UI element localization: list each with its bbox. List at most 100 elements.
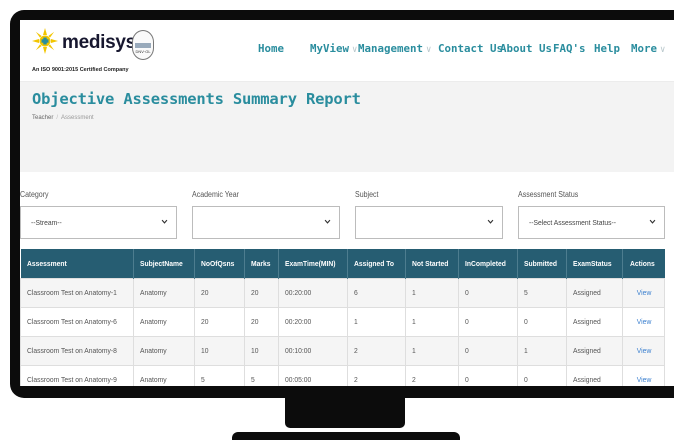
nav-item-contact-us[interactable]: Contact Us bbox=[438, 42, 503, 55]
academic-year-select[interactable] bbox=[192, 206, 340, 239]
cell-text: 10 bbox=[200, 346, 209, 355]
cell-text: 2 bbox=[354, 346, 359, 355]
table-cell: 20 bbox=[193, 277, 245, 308]
table-row: Classroom Test on Anatomy-8 Anatomy 10 10 00… bbox=[20, 335, 665, 366]
cell-text: 2 bbox=[411, 375, 416, 384]
table-cell: Assigned bbox=[566, 277, 624, 308]
filter-label-academic-year: Academic Year bbox=[192, 190, 239, 199]
breadcrumb-item-teacher[interactable]: Teacher bbox=[32, 115, 53, 121]
chevron-down-icon: ∨ bbox=[426, 45, 432, 55]
filter-category: Category --Stream-- bbox=[20, 190, 177, 239]
nav-item-faq-s[interactable]: FAQ's bbox=[553, 42, 586, 55]
column-header-incompleted[interactable]: InCompleted bbox=[458, 249, 518, 278]
table-cell: 00:05:00 bbox=[278, 364, 349, 386]
nav-label: Help bbox=[594, 42, 621, 55]
column-header-assigned-to[interactable]: Assigned To bbox=[347, 249, 406, 278]
table-cell: 5 bbox=[243, 364, 280, 386]
brand-logo[interactable]: medisys An ISO 9001:2015 Certified Compa… bbox=[32, 28, 136, 76]
nav-label: Home bbox=[258, 42, 285, 55]
table-cell: Assigned bbox=[566, 364, 624, 386]
nav-item-about-us[interactable]: About Us bbox=[500, 42, 552, 55]
cell-text: Anatomy bbox=[139, 375, 167, 384]
cell-text: 00:20:00 bbox=[285, 288, 312, 297]
table-cell: Classroom Test on Anatomy-9 bbox=[20, 364, 134, 386]
cell-text: 20 bbox=[250, 288, 259, 297]
cell-text: Classroom Test on Anatomy-8 bbox=[27, 346, 117, 355]
nav-label: MyView bbox=[310, 42, 350, 55]
nav-item-help[interactable]: Help bbox=[594, 42, 620, 55]
table-cell: Assigned bbox=[566, 306, 624, 337]
cell-text: 5 bbox=[250, 375, 255, 384]
cell-text: 00:20:00 bbox=[285, 317, 312, 326]
column-header-label: ExamTime(MIN) bbox=[285, 258, 336, 268]
table-cell: 0 bbox=[458, 277, 518, 308]
table-cell: 0 bbox=[516, 364, 568, 386]
table-row: Classroom Test on Anatomy-9 Anatomy 5 5 00:0… bbox=[20, 364, 665, 386]
column-header-marks[interactable]: Marks bbox=[244, 249, 280, 278]
top-header: medisys An ISO 9001:2015 Certified Compa… bbox=[20, 20, 674, 82]
table-cell: 0 bbox=[458, 306, 518, 337]
cell-text: 00:05:00 bbox=[285, 375, 312, 384]
column-header-noofqsns[interactable]: NoOfQsns bbox=[194, 249, 245, 278]
certification-badge-icon: DNV·GL bbox=[132, 30, 154, 60]
cell-text: 0 bbox=[465, 317, 470, 326]
table-cell: 6 bbox=[347, 277, 406, 308]
cell-text: 1 bbox=[523, 346, 528, 355]
select-value: --Select Assessment Status-- bbox=[529, 218, 617, 227]
cell-text: 20 bbox=[200, 317, 209, 326]
column-header-subjectname[interactable]: SubjectName bbox=[133, 249, 195, 278]
cell-text: Classroom Test on Anatomy-9 bbox=[27, 375, 117, 384]
column-header-label: InCompleted bbox=[465, 258, 507, 268]
cell-text: 0 bbox=[465, 375, 470, 384]
table-cell: Classroom Test on Anatomy-6 bbox=[20, 306, 134, 337]
breadcrumb: Teacher / Assessment bbox=[32, 115, 94, 121]
nav-item-management[interactable]: Management ∨ bbox=[358, 42, 431, 55]
table-cell: 1 bbox=[404, 335, 460, 366]
column-header-not-started[interactable]: Not Started bbox=[405, 249, 460, 278]
table-row: Classroom Test on Anatomy-1 Anatomy 20 20 00… bbox=[20, 277, 665, 308]
assessment-status-select[interactable]: --Select Assessment Status-- bbox=[518, 206, 665, 239]
cell-text: Classroom Test on Anatomy-1 bbox=[27, 288, 117, 297]
chevron-down-icon bbox=[649, 219, 656, 224]
view-link[interactable]: View bbox=[622, 335, 665, 366]
cell-text: 6 bbox=[354, 288, 359, 297]
view-link[interactable]: View bbox=[622, 277, 665, 308]
table-cell: 1 bbox=[404, 277, 460, 308]
view-link[interactable]: View bbox=[622, 364, 665, 386]
table-cell: 5 bbox=[193, 364, 245, 386]
column-header-examtime-min-[interactable]: ExamTime(MIN) bbox=[278, 249, 349, 278]
table-cell: 2 bbox=[347, 335, 406, 366]
monitor-stand bbox=[285, 398, 405, 428]
cell-text: 0 bbox=[523, 317, 528, 326]
cell-text: View bbox=[636, 375, 651, 384]
chevron-down-icon: ∨ bbox=[352, 45, 358, 55]
column-header-label: Not Started bbox=[411, 258, 449, 268]
cell-text: Assigned bbox=[573, 317, 602, 326]
cell-text: Assigned bbox=[573, 346, 602, 355]
subject-select[interactable] bbox=[355, 206, 503, 239]
cell-text: Classroom Test on Anatomy-6 bbox=[27, 317, 117, 326]
cell-text: View bbox=[636, 346, 651, 355]
nav-item-home[interactable]: Home bbox=[258, 42, 284, 55]
view-link[interactable]: View bbox=[622, 306, 665, 337]
select-value: --Stream-- bbox=[31, 218, 62, 227]
column-header-label: Assigned To bbox=[354, 258, 395, 268]
cell-text: 10 bbox=[250, 346, 259, 355]
cell-text: 1 bbox=[354, 317, 359, 326]
category-select[interactable]: --Stream-- bbox=[20, 206, 177, 239]
column-header-assessment[interactable]: Assessment bbox=[20, 249, 134, 278]
brand-name: medisys bbox=[62, 32, 136, 53]
cell-text: 1 bbox=[411, 288, 416, 297]
table-cell: 0 bbox=[458, 364, 518, 386]
table-cell: 00:10:00 bbox=[278, 335, 349, 366]
table-cell: 20 bbox=[243, 277, 280, 308]
cell-text: 1 bbox=[411, 317, 416, 326]
breadcrumb-item-assessment: Assessment bbox=[61, 115, 94, 121]
column-header-actions[interactable]: Actions bbox=[622, 249, 665, 278]
column-header-submitted[interactable]: Submitted bbox=[517, 249, 568, 278]
chevron-down-icon bbox=[161, 219, 168, 224]
nav-item-more[interactable]: More ∨ bbox=[631, 42, 665, 55]
column-header-label: SubjectName bbox=[139, 258, 183, 268]
nav-item-myview[interactable]: MyView ∨ bbox=[310, 42, 357, 55]
column-header-examstatus[interactable]: ExamStatus bbox=[566, 249, 624, 278]
